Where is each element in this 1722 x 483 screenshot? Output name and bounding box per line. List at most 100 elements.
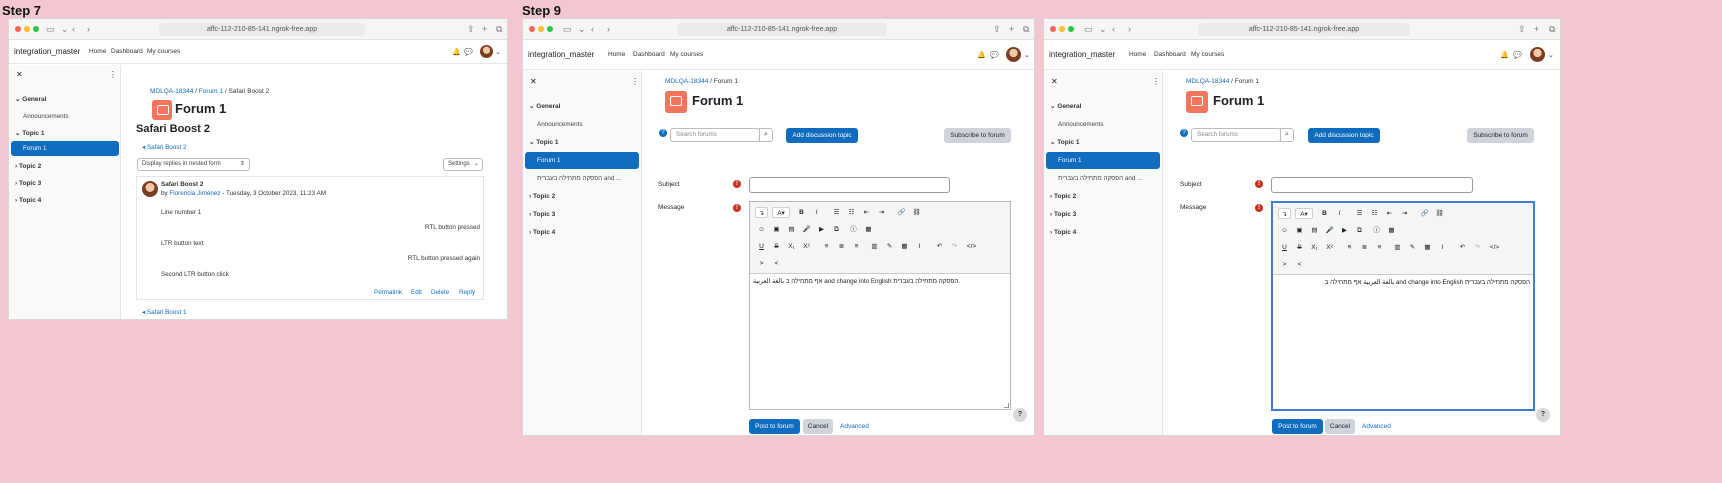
post-to-forum-button[interactable]: Post to forum [1272, 419, 1323, 434]
close-window-button[interactable] [1050, 26, 1056, 32]
bullet-list-button[interactable]: ☰ [1353, 208, 1366, 219]
site-brand[interactable]: integration_master [528, 50, 594, 59]
sidebar-toggle-icon[interactable]: ▭ [1084, 23, 1093, 35]
sidebar-item-hebrew-forum[interactable]: הפסקה מתחילה בעברית and ... [537, 175, 621, 182]
sidebar-item-announcements[interactable]: Announcements [23, 113, 69, 120]
record-audio-icon[interactable]: 🎤 [800, 224, 813, 235]
minimize-window-button[interactable] [1059, 26, 1065, 32]
message-editor[interactable]: ↴ A▾ B I ☰ ☷ ⇤ ⇥ 🔗 ⛓ ☺ ▣ ▤ 🎤 ▶ ⧉ ⓘ ▦ U S… [1271, 201, 1535, 411]
reply-link[interactable]: Reply [459, 289, 475, 296]
maximize-window-button[interactable] [1068, 26, 1074, 32]
italic-button[interactable]: I [1333, 208, 1346, 219]
site-brand[interactable]: integration_master [14, 47, 80, 56]
nav-dashboard[interactable]: Dashboard [111, 48, 143, 55]
clear-format-icon[interactable]: I [913, 241, 926, 252]
nav-home[interactable]: Home [1129, 51, 1146, 58]
address-bar[interactable]: affc-112-210-85-141.ngrok-free.app [677, 23, 887, 36]
numbered-list-button[interactable]: ☷ [1368, 208, 1381, 219]
media-icon[interactable]: ▤ [785, 224, 798, 235]
minimize-window-button[interactable] [24, 26, 30, 32]
cancel-button[interactable]: Cancel [803, 419, 833, 434]
undo-icon[interactable]: ↶ [1456, 242, 1469, 253]
user-avatar[interactable] [480, 45, 493, 58]
sidebar-section-topic1[interactable]: ⌄ Topic 1 [1050, 138, 1080, 146]
indent-button[interactable]: ⇥ [875, 207, 888, 218]
manage-files-icon[interactable]: ⧉ [1353, 225, 1366, 236]
drawer-menu-icon[interactable]: ⋮ [109, 70, 117, 79]
media-icon[interactable]: ▤ [1308, 225, 1321, 236]
manage-files-icon[interactable]: ⧉ [830, 224, 843, 235]
outdent-button[interactable]: ⇤ [860, 207, 873, 218]
rtl-button[interactable]: < [770, 258, 783, 269]
special-char-icon[interactable]: ✎ [1406, 242, 1419, 253]
subscribe-button[interactable]: Subscribe to forum [944, 128, 1011, 143]
align-left-button[interactable]: ≡ [1343, 242, 1356, 253]
sidebar-item-forum1[interactable]: Forum 1 [1046, 152, 1160, 169]
advanced-link[interactable]: Advanced [1362, 423, 1391, 430]
breadcrumb-forum[interactable]: Forum 1 [199, 88, 223, 95]
undo-icon[interactable]: ↶ [933, 241, 946, 252]
table-icon[interactable]: ▦ [1421, 242, 1434, 253]
nav-my-courses[interactable]: My courses [670, 51, 703, 58]
search-forums-input[interactable]: Search forums [1191, 128, 1281, 142]
sidebar-toggle-icon[interactable]: ▭ [563, 23, 572, 35]
sidebar-section-topic1[interactable]: ⌄ Topic 1 [15, 129, 45, 137]
bell-icon[interactable]: 🔔 [452, 48, 461, 56]
toolbar-toggle-button[interactable]: ↴ [1278, 208, 1291, 219]
share-icon[interactable]: ⇪ [1518, 23, 1526, 35]
special-char-icon[interactable]: ✎ [883, 241, 896, 252]
redo-icon[interactable]: ↷ [948, 241, 961, 252]
address-bar[interactable]: affc-112-210-85-141.ngrok-free.app [1198, 23, 1410, 36]
minimize-window-button[interactable] [538, 26, 544, 32]
chevron-down-icon[interactable]: ⌄ [1099, 23, 1107, 35]
nav-home[interactable]: Home [89, 48, 106, 55]
sidebar-item-forum1[interactable]: Forum 1 [11, 141, 119, 156]
ltr-button[interactable]: > [1278, 259, 1291, 270]
superscript-button[interactable]: X² [800, 241, 813, 252]
emoji-icon[interactable]: ☺ [755, 224, 768, 235]
paragraph-style-button[interactable]: A▾ [772, 207, 790, 218]
maximize-window-button[interactable] [547, 26, 553, 32]
sidebar-toggle-icon[interactable]: ▭ [46, 23, 55, 35]
align-right-button[interactable]: ≡ [850, 241, 863, 252]
search-forums-input[interactable]: Search forums [670, 128, 760, 142]
subject-input[interactable] [1271, 177, 1473, 193]
message-editor[interactable]: ↴ A▾ B I ☰ ☷ ⇤ ⇥ 🔗 ⛓ ☺ ▣ ▤ 🎤 ▶ ⧉ ⓘ ▦ U S… [749, 201, 1011, 410]
post-to-forum-button[interactable]: Post to forum [749, 419, 800, 434]
share-icon[interactable]: ⇪ [993, 23, 1001, 35]
bell-icon[interactable]: 🔔 [977, 51, 986, 59]
post-author-link[interactable]: Florencia Jiménez [169, 190, 220, 197]
tabs-overview-icon[interactable]: ⧉ [1023, 23, 1029, 35]
image-icon[interactable]: ▣ [1293, 225, 1306, 236]
nav-dashboard[interactable]: Dashboard [633, 51, 665, 58]
close-drawer-icon[interactable]: ✕ [1051, 77, 1058, 86]
bullet-list-button[interactable]: ☰ [830, 207, 843, 218]
table-icon[interactable]: ▦ [898, 241, 911, 252]
link-icon[interactable]: 🔗 [895, 207, 908, 218]
cancel-button[interactable]: Cancel [1325, 419, 1355, 434]
subscript-button[interactable]: X₁ [785, 241, 798, 252]
rtl-button[interactable]: < [1293, 259, 1306, 270]
add-discussion-button[interactable]: Add discussion topic [1308, 128, 1380, 143]
record-audio-icon[interactable]: 🎤 [1323, 225, 1336, 236]
subject-input[interactable] [749, 177, 950, 193]
redo-icon[interactable]: ↷ [1471, 242, 1484, 253]
editor-content[interactable]: אף מתחילה ב بالغة العربية and change int… [753, 278, 960, 285]
bold-button[interactable]: B [795, 207, 808, 218]
numbered-list-button[interactable]: ☷ [845, 207, 858, 218]
link-icon[interactable]: 🔗 [1418, 208, 1431, 219]
sidebar-item-announcements[interactable]: Announcements [1058, 121, 1104, 128]
nav-my-courses[interactable]: My courses [147, 48, 180, 55]
h5p-icon[interactable]: ▦ [862, 224, 875, 235]
ltr-button[interactable]: > [755, 258, 768, 269]
resize-handle[interactable] [1004, 403, 1009, 408]
indent-button[interactable]: ⇥ [1398, 208, 1411, 219]
chevron-down-icon[interactable]: ⌄ [1548, 51, 1554, 59]
sidebar-section-topic1[interactable]: ⌄ Topic 1 [529, 138, 559, 146]
sidebar-section-topic4[interactable]: › Topic 4 [1050, 229, 1076, 236]
help-icon[interactable]: ? [1180, 129, 1188, 137]
sidebar-section-topic4[interactable]: › Topic 4 [15, 197, 41, 204]
previous-discussion-link[interactable]: ◂ Safari Boost 2 [142, 144, 186, 151]
message-icon[interactable]: 💬 [990, 51, 999, 59]
image-icon[interactable]: ▣ [770, 224, 783, 235]
